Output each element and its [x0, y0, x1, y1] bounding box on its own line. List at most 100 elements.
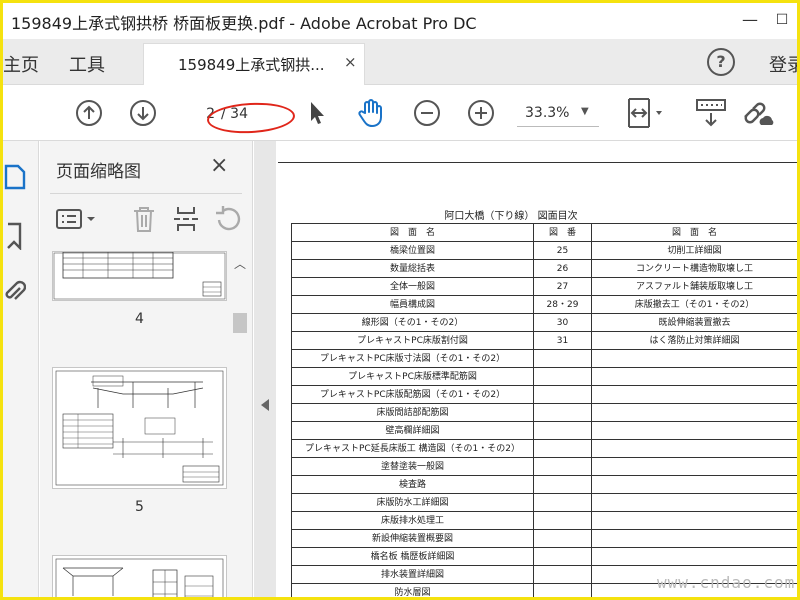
table-cell: 壁高欄詳細図: [292, 422, 534, 440]
table-cell: [592, 386, 797, 404]
table-header-cell: 図 面 名: [292, 224, 534, 242]
navigation-pane-rail: [3, 141, 39, 597]
table-cell: プレキャストPC床版割付図: [292, 332, 534, 350]
table-row: 壁高欄詳細図: [292, 422, 797, 440]
table-cell: [534, 512, 592, 530]
fit-page-icon: [628, 98, 662, 128]
hand-tool-button[interactable]: [355, 97, 387, 129]
tab-tools[interactable]: 工具: [69, 51, 105, 77]
table-cell: 既設伸縮装置撤去: [592, 314, 797, 332]
chevron-up-icon[interactable]: ︿: [234, 255, 246, 272]
table-cell: 25: [534, 242, 592, 260]
select-tool-button[interactable]: [301, 97, 333, 129]
table-cell: [534, 368, 592, 386]
table-row: 数量総括表 26 コンクリート構造物取壊し工: [292, 260, 797, 278]
thumbnail-scrollbar[interactable]: ︿: [230, 251, 250, 597]
document-view[interactable]: 阿口大橋（下り線） 図面目次 図 面 名図 番図 面 名橋梁位置図 25 切削工詳細…: [276, 141, 797, 597]
table-cell: 数量総括表: [292, 260, 534, 278]
login-button[interactable]: 登录: [769, 51, 797, 77]
zoom-dropdown[interactable]: 33.3% ▼: [517, 99, 599, 127]
previous-page-button[interactable]: [73, 97, 105, 129]
keyboard-tool-button[interactable]: [693, 97, 729, 129]
panel-divider: [50, 193, 242, 194]
table-row: プレキャストPC延長床版工 構造図（その1・その2）: [292, 440, 797, 458]
thumbnail-list[interactable]: 4 5 ︿: [40, 251, 253, 597]
table-row: プレキャストPC床版配筋図（その1・その2）: [292, 386, 797, 404]
rotate-page-button[interactable]: [212, 203, 244, 235]
table-cell: 27: [534, 278, 592, 296]
table-row: 線形図（その1・その2） 30 既設伸縮装置撤去: [292, 314, 797, 332]
page-thumbnails-nav-button[interactable]: [3, 161, 27, 191]
table-cell: [592, 530, 797, 548]
scrollbar-thumb[interactable]: [233, 313, 247, 333]
table-cell: [534, 386, 592, 404]
table-row: 橋名板 橋歴板詳細図: [292, 548, 797, 566]
delete-page-button[interactable]: [128, 203, 160, 235]
close-panel-icon[interactable]: ×: [210, 153, 228, 178]
table-cell: コンクリート構造物取壊し工: [592, 260, 797, 278]
table-cell: アスファルト舗装版取壊し工: [592, 278, 797, 296]
table-cell: [534, 422, 592, 440]
table-cell: [534, 584, 592, 597]
document-tab-label: 159849上承式钢拱...: [178, 56, 325, 74]
link-cloud-icon: [744, 102, 774, 125]
table-header-cell: 図 番: [534, 224, 592, 242]
table-cell: 床版排水処理工: [292, 512, 534, 530]
table-cell: [592, 494, 797, 512]
zoom-in-button[interactable]: [465, 97, 497, 129]
table-row: 全体一般図 27 アスファルト舗装版取壊し工: [292, 278, 797, 296]
zoom-out-button[interactable]: [411, 97, 443, 129]
attachments-nav-button[interactable]: [3, 277, 27, 307]
table-cell: プレキャストPC延長床版工 構造図（その1・その2）: [292, 440, 534, 458]
table-cell: 塗替塗装一般図: [292, 458, 534, 476]
table-header-cell: 図 面 名: [592, 224, 797, 242]
table-cell: 30: [534, 314, 592, 332]
table-cell: [534, 530, 592, 548]
table-cell: 28・29: [534, 296, 592, 314]
acrobat-window: 159849上承式钢拱桥 桥面板更换.pdf - Adobe Acrobat P…: [3, 3, 797, 597]
close-tab-icon[interactable]: ×: [344, 53, 357, 71]
pages-icon: [4, 164, 26, 190]
trash-icon: [134, 207, 154, 232]
thumbnail-drawing: [55, 558, 224, 597]
table-cell: [534, 476, 592, 494]
cursor-arrow-icon: [311, 102, 324, 124]
restore-button[interactable]: ☐: [767, 9, 797, 31]
page-thumbnail[interactable]: [52, 555, 227, 597]
help-icon[interactable]: ?: [707, 48, 735, 76]
share-link-button[interactable]: [739, 97, 775, 129]
panel-collapse-strip[interactable]: [254, 141, 276, 597]
plus-circle-icon: [468, 100, 494, 126]
keyboard-download-icon: [696, 99, 726, 127]
tab-home[interactable]: 主页: [3, 51, 39, 77]
page-fit-button[interactable]: [623, 97, 667, 129]
page-thumbnails-panel: 页面缩略图 × 4 5 ︿: [40, 141, 253, 597]
bookmarks-nav-button[interactable]: [3, 221, 27, 251]
table-cell: 防水層図: [292, 584, 534, 597]
table-row: 新設伸縮装置概要図: [292, 530, 797, 548]
zoom-value: 33.3%: [525, 105, 570, 121]
page-thumbnail[interactable]: [52, 251, 227, 301]
table-cell: [592, 350, 797, 368]
table-cell: [534, 350, 592, 368]
page-thumbnail[interactable]: [52, 367, 227, 489]
table-cell: プレキャストPC床版配筋図（その1・その2）: [292, 386, 534, 404]
extract-page-button[interactable]: [170, 203, 202, 235]
table-cell: はく落防止対策詳細図: [592, 332, 797, 350]
tab-document[interactable]: 159849上承式钢拱... ×: [143, 43, 365, 85]
minimize-button[interactable]: —: [735, 9, 765, 31]
table-cell: 床版間詰部配筋図: [292, 404, 534, 422]
table-cell: 橋名板 橋歴板詳細図: [292, 548, 534, 566]
table-cell: [534, 494, 592, 512]
table-row: プレキャストPC床版割付図 31 はく落防止対策詳細図: [292, 332, 797, 350]
table-cell: 床版撤去工（その1・その2）: [592, 296, 797, 314]
table-cell: 床版防水工詳細図: [292, 494, 534, 512]
table-cell: [534, 404, 592, 422]
title-bar: 159849上承式钢拱桥 桥面板更换.pdf - Adobe Acrobat P…: [3, 3, 797, 39]
caret-left-icon[interactable]: [261, 399, 269, 411]
table-cell: [592, 422, 797, 440]
main-toolbar: 2 / 34 33.3% ▼: [3, 85, 797, 141]
options-menu-button[interactable]: [54, 203, 100, 235]
table-header-row: 図 面 名図 番図 面 名: [292, 224, 797, 242]
next-page-button[interactable]: [127, 97, 159, 129]
